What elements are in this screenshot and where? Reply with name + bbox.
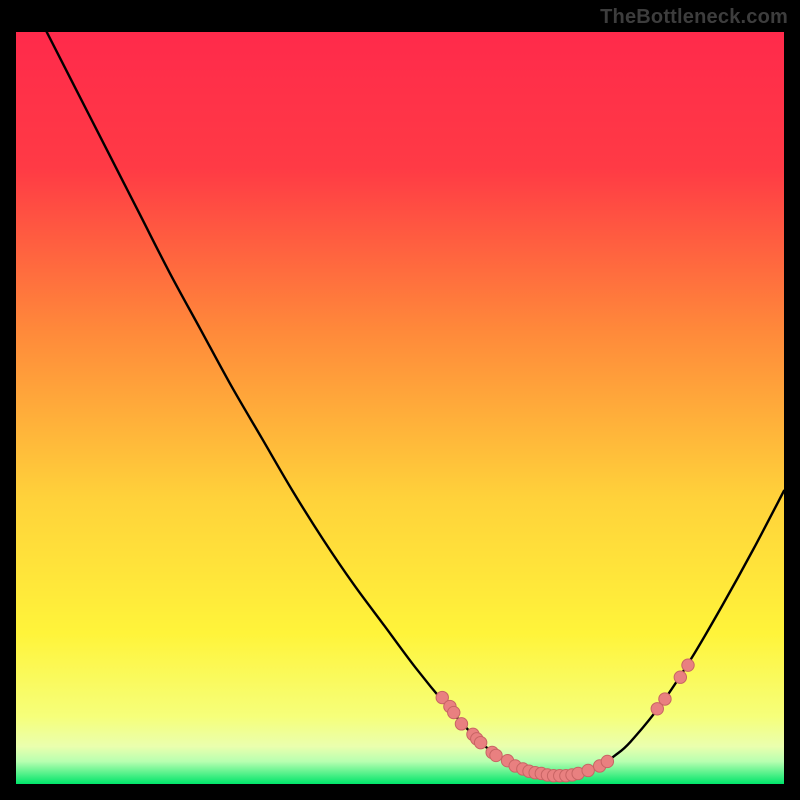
gradient-background — [16, 32, 784, 784]
data-marker — [490, 749, 502, 761]
data-marker — [659, 693, 671, 705]
data-marker — [474, 736, 486, 748]
data-marker — [674, 671, 686, 683]
data-marker — [455, 718, 467, 730]
data-marker — [448, 706, 460, 718]
bottleneck-chart — [16, 32, 784, 784]
data-marker — [601, 755, 613, 767]
data-marker — [682, 659, 694, 671]
attribution-label: TheBottleneck.com — [600, 6, 788, 29]
data-marker — [582, 764, 594, 776]
chart-container: TheBottleneck.com — [0, 0, 800, 800]
